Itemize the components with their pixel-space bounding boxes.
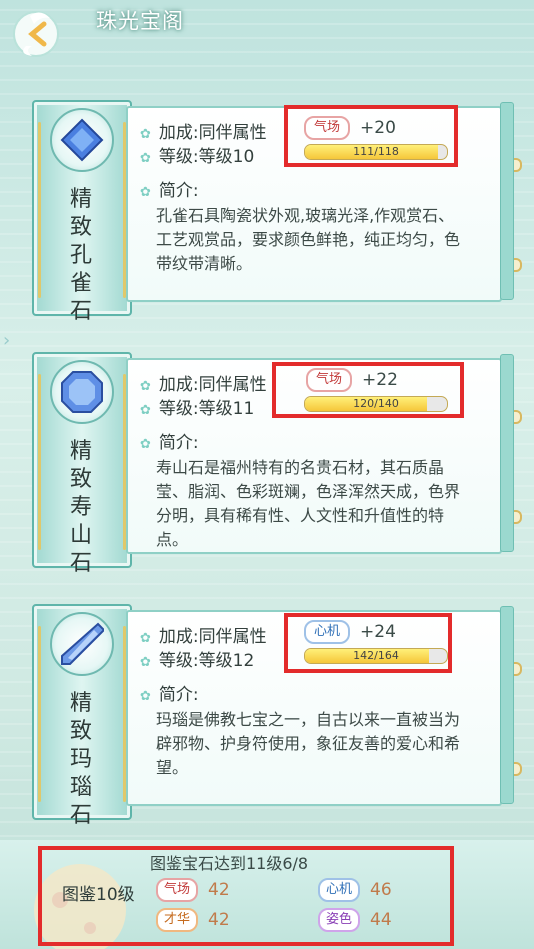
- scroll-decor-line: [38, 122, 41, 298]
- intro-label: 简介:: [158, 181, 199, 201]
- shoushan-stone-icon[interactable]: [50, 360, 114, 424]
- back-button[interactable]: [10, 6, 68, 60]
- scroll-ring: [500, 762, 522, 776]
- scroll-ring: [500, 410, 522, 424]
- flower-icon: ✿: [140, 655, 151, 670]
- flower-icon: ✿: [140, 403, 151, 418]
- scroll-ring: [500, 510, 522, 524]
- scroll-decor-line: [38, 626, 41, 802]
- flower-icon: ✿: [140, 437, 151, 452]
- highlight-box: [284, 105, 458, 167]
- scroll-ring: [500, 158, 522, 172]
- intro-label: 简介:: [158, 433, 199, 453]
- intro-label: 简介:: [158, 685, 199, 705]
- gem-description: 寿山石是福州特有的名贵石材，其石质晶莹、脂润、色彩斑斓，色泽浑然天成，色界分明，…: [156, 458, 461, 549]
- scroll-decor-line: [38, 374, 41, 550]
- gem-scroll: 精致孔雀石: [32, 100, 132, 324]
- malachite-gem-icon[interactable]: [50, 108, 114, 172]
- flower-icon: ✿: [140, 631, 151, 646]
- gem-description: 孔雀石具陶瓷状外观,玻璃光泽,作观赏石、工艺观赏品，要求颜色鲜艳，纯正均匀，色带…: [156, 206, 461, 273]
- highlight-box: [284, 613, 452, 673]
- side-expand-icon[interactable]: ›: [3, 330, 13, 351]
- level-label: 等级:等级11: [158, 399, 255, 419]
- page-title: 珠光宝阁: [96, 9, 184, 33]
- bonus-label: 加成:同伴属性: [158, 627, 267, 647]
- scroll-ring: [500, 662, 522, 676]
- back-arrow-icon: [13, 11, 59, 57]
- gem-scroll: 精致寿山石: [32, 352, 132, 576]
- gem-name: 精致玛瑙石: [69, 691, 92, 828]
- highlight-box: [272, 362, 464, 418]
- flower-icon: ✿: [140, 379, 151, 394]
- gem-name: 精致寿山石: [69, 439, 92, 576]
- flower-icon: ✿: [140, 127, 151, 142]
- bonus-label: 加成:同伴属性: [158, 123, 267, 143]
- scroll-ring: [500, 258, 522, 272]
- level-label: 等级:等级12: [158, 651, 255, 671]
- flower-icon: ✿: [140, 185, 151, 200]
- highlight-box: [38, 846, 454, 946]
- header: 珠光宝阁: [0, 0, 534, 57]
- gem-description: 玛瑙是佛教七宝之一，自古以来一直被当为辟邪物、护身符使用，象征友善的爱心和希望。: [156, 710, 461, 777]
- flower-icon: ✿: [140, 151, 151, 166]
- level-label: 等级:等级10: [158, 147, 255, 167]
- gem-scroll: 精致玛瑙石: [32, 604, 132, 828]
- bonus-label: 加成:同伴属性: [158, 375, 267, 395]
- gem-name: 精致孔雀石: [69, 187, 92, 324]
- flower-icon: ✿: [140, 689, 151, 704]
- agate-crystal-icon[interactable]: [50, 612, 114, 676]
